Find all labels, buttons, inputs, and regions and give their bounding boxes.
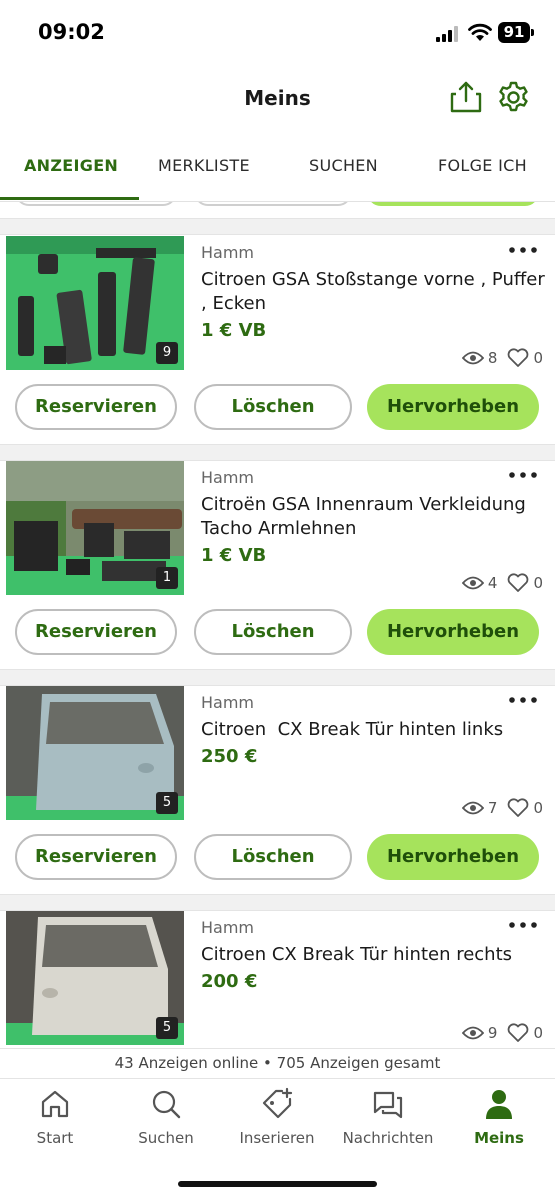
- listing-stats: 7 0: [461, 798, 543, 818]
- reserve-button[interactable]: Reservieren: [15, 609, 177, 655]
- listing-thumbnail[interactable]: 9: [6, 236, 184, 370]
- nav-inserieren-label: Inserieren: [239, 1129, 315, 1147]
- reserve-button[interactable]: Reservieren: [15, 384, 177, 430]
- nav-nachrichten-label: Nachrichten: [342, 1129, 434, 1147]
- heart-icon: [508, 348, 529, 367]
- active-tab-indicator: [0, 197, 139, 200]
- listing-stats: 4 0: [461, 573, 543, 593]
- listing-thumbnail[interactable]: 5: [6, 686, 184, 820]
- listing-price: 200 €: [201, 971, 258, 992]
- eye-icon: [461, 576, 484, 590]
- share-icon[interactable]: [449, 80, 483, 114]
- likes-count: 0: [533, 349, 543, 367]
- nav-suchen-label: Suchen: [138, 1129, 194, 1147]
- listing-price: 1 € VB: [201, 320, 267, 341]
- nav-inserieren[interactable]: Inserieren: [222, 1087, 332, 1147]
- delete-button[interactable]: Löschen: [194, 834, 352, 880]
- nav-nachrichten[interactable]: Nachrichten: [333, 1087, 443, 1147]
- listing-list[interactable]: 9 Hamm Citroen GSA Stoßstange vorne , Pu…: [0, 202, 555, 1048]
- nav-meins-label: Meins: [474, 1129, 524, 1147]
- highlight-button[interactable]: Hervorheben: [367, 384, 539, 430]
- image-count-badge: 5: [156, 1017, 178, 1039]
- nav-start-label: Start: [36, 1129, 74, 1147]
- more-options-icon[interactable]: [508, 242, 538, 258]
- eye-icon: [461, 1026, 484, 1040]
- reserve-button[interactable]: Reservieren: [15, 834, 177, 880]
- listing-location: Hamm: [201, 918, 255, 937]
- views-count: 4: [487, 574, 498, 592]
- listing-thumbnail[interactable]: 5: [6, 911, 184, 1045]
- listing-location: Hamm: [201, 693, 255, 712]
- highlight-button[interactable]: Hervorheben: [367, 609, 539, 655]
- tab-anzeigen[interactable]: ANZEIGEN: [24, 156, 118, 175]
- listing-title[interactable]: Citroen CX Break Tür hinten links: [201, 718, 546, 742]
- divider: [0, 218, 555, 235]
- tab-suchen[interactable]: SUCHEN: [309, 156, 378, 175]
- listing-price: 1 € VB: [201, 545, 267, 566]
- nav-meins[interactable]: Meins: [444, 1087, 554, 1147]
- nav-suchen[interactable]: Suchen: [111, 1087, 221, 1147]
- delete-button[interactable]: Löschen: [194, 384, 352, 430]
- signal-icon: [436, 26, 458, 42]
- likes-count: 0: [533, 1024, 543, 1042]
- heart-icon: [508, 798, 529, 817]
- delete-button[interactable]: Löschen: [194, 609, 352, 655]
- image-count-badge: 5: [156, 792, 178, 814]
- eye-icon: [461, 351, 484, 365]
- messages-icon: [373, 1091, 403, 1119]
- divider: [0, 444, 555, 461]
- likes-count: 0: [533, 574, 543, 592]
- likes-count: 0: [533, 799, 543, 817]
- listing-item[interactable]: 5 Hamm Citroen CX Break Tür hinten recht…: [0, 911, 555, 1048]
- listing-title[interactable]: Citroen CX Break Tür hinten rechts: [201, 943, 546, 967]
- image-count-badge: 9: [156, 342, 178, 364]
- listing-thumbnail[interactable]: 1: [6, 461, 184, 595]
- image-count-badge: 1: [156, 567, 178, 589]
- tab-bar: ANZEIGEN MERKLISTE SUCHEN FOLGE ICH: [0, 140, 555, 202]
- views-count: 7: [487, 799, 498, 817]
- heart-icon: [508, 573, 529, 592]
- app-header: Meins: [0, 64, 555, 134]
- listing-location: Hamm: [201, 468, 255, 487]
- search-icon: [152, 1090, 181, 1119]
- listing-price: 250 €: [201, 746, 258, 767]
- more-options-icon[interactable]: [508, 917, 538, 933]
- wifi-icon: [468, 23, 492, 41]
- profile-icon: [486, 1090, 512, 1119]
- listing-item[interactable]: 9 Hamm Citroen GSA Stoßstange vorne , Pu…: [0, 236, 555, 444]
- status-bar: 09:02 91: [0, 0, 555, 64]
- more-options-icon[interactable]: [508, 467, 538, 483]
- home-icon: [41, 1090, 69, 1118]
- listing-item[interactable]: 5 Hamm Citroen CX Break Tür hinten links…: [0, 686, 555, 894]
- previous-item-buttons: [0, 202, 555, 218]
- listing-item[interactable]: 1 Hamm Citroën GSA Innenraum Verkleidung…: [0, 461, 555, 669]
- status-time: 09:02: [38, 20, 105, 44]
- listing-stats: 8 0: [461, 348, 543, 368]
- tab-merkliste[interactable]: MERKLISTE: [158, 156, 250, 175]
- listing-stats: 9 0: [461, 1023, 543, 1043]
- highlight-button[interactable]: Hervorheben: [367, 834, 539, 880]
- battery-indicator: 91: [498, 22, 534, 43]
- more-options-icon[interactable]: [508, 692, 538, 708]
- views-count: 8: [487, 349, 498, 367]
- heart-icon: [508, 1023, 529, 1042]
- divider: [0, 669, 555, 686]
- home-indicator: [178, 1181, 377, 1187]
- tab-folge-ich[interactable]: FOLGE ICH: [438, 156, 527, 175]
- views-count: 9: [487, 1024, 498, 1042]
- listing-title[interactable]: Citroen GSA Stoßstange vorne , Puffer , …: [201, 268, 546, 316]
- listing-title[interactable]: Citroën GSA Innenraum Verkleidung Tacho …: [201, 493, 546, 541]
- nav-start[interactable]: Start: [0, 1087, 110, 1147]
- listing-summary: 43 Anzeigen online • 705 Anzeigen gesamt: [0, 1048, 555, 1078]
- eye-icon: [461, 801, 484, 815]
- gear-icon[interactable]: [497, 81, 530, 114]
- listing-location: Hamm: [201, 243, 255, 262]
- divider: [0, 894, 555, 911]
- add-tag-icon: [262, 1087, 293, 1119]
